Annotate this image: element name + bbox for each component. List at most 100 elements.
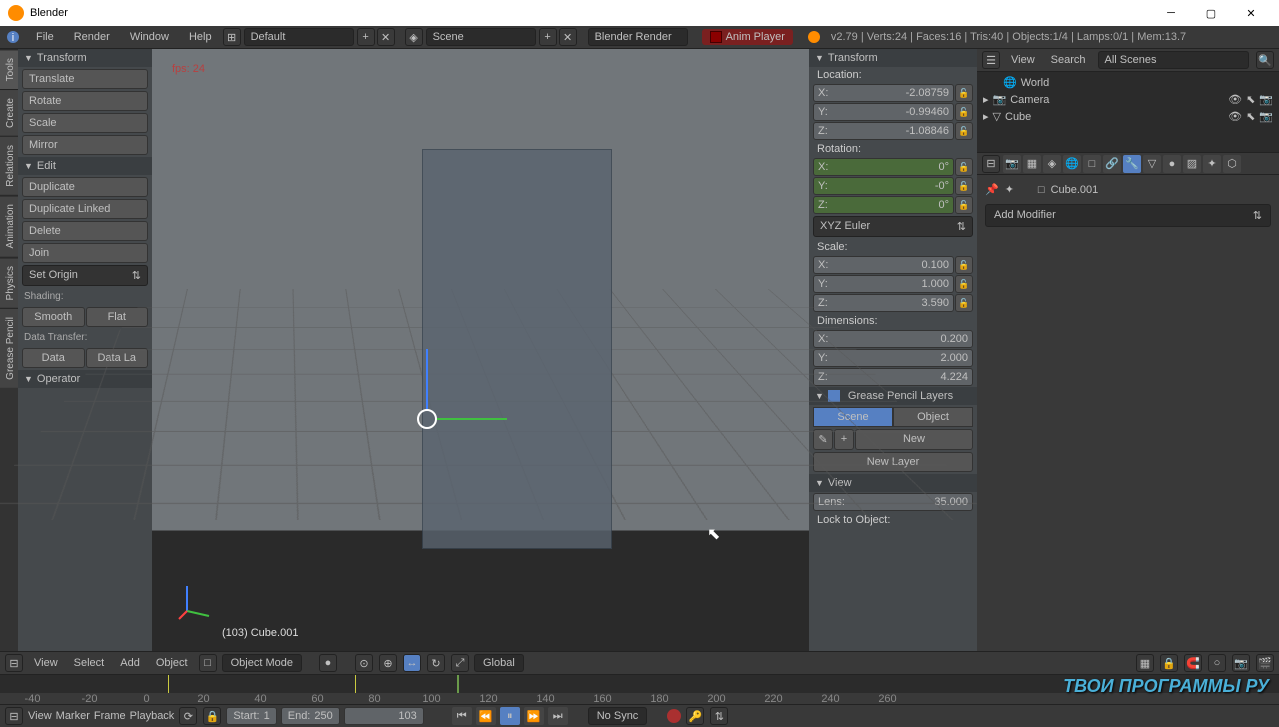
rot-y-field[interactable]: Y:-0° xyxy=(813,177,954,195)
pin-icon[interactable]: 📌 xyxy=(985,183,999,196)
particles-tab[interactable]: ✦ xyxy=(1203,155,1221,173)
add-layout-button[interactable]: + xyxy=(357,28,375,46)
maximize-button[interactable]: ▢ xyxy=(1191,0,1231,26)
tl-marker-menu[interactable]: Marker xyxy=(56,710,90,722)
loc-y-lock[interactable]: 🔓 xyxy=(955,103,973,121)
rotate-button[interactable]: Rotate xyxy=(22,91,148,111)
outliner-camera-row[interactable]: ▸📷Camera 👁⬉📷 xyxy=(979,91,1277,108)
rot-y-lock[interactable]: 🔓 xyxy=(955,177,973,195)
scale-y-field[interactable]: Y:1.000 xyxy=(813,275,954,293)
outliner-search-menu[interactable]: Search xyxy=(1045,54,1092,66)
jump-start-button[interactable]: ⏮ xyxy=(452,707,472,725)
delete-scene-button[interactable]: ✕ xyxy=(559,28,577,46)
scene-icon[interactable]: ◈ xyxy=(405,28,423,46)
menu-help[interactable]: Help xyxy=(179,26,222,49)
add-scene-button[interactable]: + xyxy=(539,28,557,46)
vp-add-menu[interactable]: Add xyxy=(114,657,146,669)
outliner-editor-icon[interactable]: ☰ xyxy=(982,51,1000,69)
orientation-dropdown[interactable]: Global xyxy=(474,654,524,672)
shading-smooth-button[interactable]: Smooth xyxy=(22,307,85,327)
keyframe-next-button[interactable]: ⏩ xyxy=(524,707,544,725)
timeline-editor-icon[interactable]: ⊟ xyxy=(5,707,23,725)
render-tab[interactable]: 📷 xyxy=(1003,155,1021,173)
delete-button[interactable]: Delete xyxy=(22,221,148,241)
current-frame-field[interactable]: 103 xyxy=(344,707,424,725)
render-engine-dropdown[interactable]: Blender Render xyxy=(588,28,688,46)
loc-x-field[interactable]: X:-2.08759 xyxy=(813,84,954,102)
start-frame-field[interactable]: Start:1 xyxy=(226,707,276,725)
rotate-widget[interactable]: ↻ xyxy=(427,654,445,672)
opengl-anim-icon[interactable]: 🎬 xyxy=(1256,654,1274,672)
outliner-search-icon[interactable]: 🔍 xyxy=(1256,51,1274,69)
rot-z-field[interactable]: Z:0° xyxy=(813,196,954,214)
loc-y-field[interactable]: Y:-0.99460 xyxy=(813,103,954,121)
shading-mode-icon[interactable]: ● xyxy=(319,654,337,672)
rot-x-lock[interactable]: 🔓 xyxy=(955,158,973,176)
pause-button[interactable]: ⏸ xyxy=(500,707,520,725)
data-tab[interactable]: ▽ xyxy=(1143,155,1161,173)
loc-z-field[interactable]: Z:-1.08846 xyxy=(813,122,954,140)
constraints-tab[interactable]: 🔗 xyxy=(1103,155,1121,173)
props-editor-icon[interactable]: ⊟ xyxy=(982,155,1000,173)
material-tab[interactable]: ● xyxy=(1163,155,1181,173)
duplicate-linked-button[interactable]: Duplicate Linked xyxy=(22,199,148,219)
anim-player-indicator[interactable]: Anim Player xyxy=(702,29,793,45)
outliner-view-menu[interactable]: View xyxy=(1005,54,1041,66)
info-editor-icon[interactable]: i xyxy=(0,26,26,49)
manipulator-toggle[interactable]: ⊕ xyxy=(379,654,397,672)
data-button[interactable]: Data xyxy=(22,348,85,368)
vp-view-menu[interactable]: View xyxy=(28,657,64,669)
scene-dropdown[interactable]: Scene xyxy=(426,28,536,46)
pivot-icon[interactable]: ⊙ xyxy=(355,654,373,672)
duplicate-button[interactable]: Duplicate xyxy=(22,177,148,197)
delete-layout-button[interactable]: ✕ xyxy=(377,28,395,46)
close-button[interactable]: ✕ xyxy=(1231,0,1271,26)
edit-header[interactable]: ▼Edit xyxy=(18,157,152,175)
lock-range-icon[interactable]: 🔒 xyxy=(203,707,221,725)
visible-icon[interactable]: 👁 xyxy=(1228,110,1242,123)
tl-view-menu[interactable]: View xyxy=(28,710,52,722)
minimize-button[interactable]: ─ xyxy=(1151,0,1191,26)
auto-keyframe-button[interactable] xyxy=(667,709,681,723)
world-tab[interactable]: 🌐 xyxy=(1063,155,1081,173)
keyframe-prev-button[interactable]: ⏪ xyxy=(476,707,496,725)
modifiers-tab[interactable]: 🔧 xyxy=(1123,155,1141,173)
range-icon[interactable]: ⟳ xyxy=(179,707,197,725)
spine-tab-relations[interactable]: Relations xyxy=(0,136,18,195)
manipulator-gizmo[interactable] xyxy=(417,409,437,429)
cursor-icon[interactable]: ⬉ xyxy=(1246,93,1255,106)
render-layers-tab[interactable]: ▦ xyxy=(1023,155,1041,173)
mirror-button[interactable]: Mirror xyxy=(22,135,148,155)
loc-z-lock[interactable]: 🔓 xyxy=(955,122,973,140)
menu-file[interactable]: File xyxy=(26,26,64,49)
transform-header[interactable]: ▼Transform xyxy=(18,49,152,67)
spine-tab-physics[interactable]: Physics xyxy=(0,257,18,308)
spine-tab-animation[interactable]: Animation xyxy=(0,195,18,256)
render-icon[interactable]: 📷 xyxy=(1259,93,1273,106)
mode-icon[interactable]: □ xyxy=(199,654,217,672)
visible-icon[interactable]: 👁 xyxy=(1228,93,1242,106)
scale-z-lock[interactable]: 🔓 xyxy=(955,294,973,312)
rot-x-field[interactable]: X:0° xyxy=(813,158,954,176)
set-origin-dropdown[interactable]: Set Origin⇅ xyxy=(22,265,148,286)
snap-icon[interactable]: 🧲 xyxy=(1184,654,1202,672)
tl-frame-menu[interactable]: Frame xyxy=(94,710,126,722)
scale-button[interactable]: Scale xyxy=(22,113,148,133)
vp-object-menu[interactable]: Object xyxy=(150,657,194,669)
rot-z-lock[interactable]: 🔓 xyxy=(955,196,973,214)
loc-x-lock[interactable]: 🔓 xyxy=(955,84,973,102)
scale-z-field[interactable]: Z:3.590 xyxy=(813,294,954,312)
screen-layout-icon[interactable]: ⊞ xyxy=(223,28,241,46)
keying-dropdown[interactable]: ⇅ xyxy=(710,707,728,725)
layout-dropdown[interactable]: Default xyxy=(244,28,354,46)
spine-tab-create[interactable]: Create xyxy=(0,89,18,136)
scale-y-lock[interactable]: 🔓 xyxy=(955,275,973,293)
lock-camera-icon[interactable]: 🔒 xyxy=(1160,654,1178,672)
render-icon[interactable]: 📷 xyxy=(1259,110,1273,123)
outliner-cube-row[interactable]: ▸▽Cube 👁⬉📷 xyxy=(979,108,1277,125)
outliner-display-mode[interactable]: All Scenes xyxy=(1098,51,1249,69)
tl-playback-menu[interactable]: Playback xyxy=(130,710,175,722)
object-tab[interactable]: □ xyxy=(1083,155,1101,173)
physics-tab[interactable]: ⬡ xyxy=(1223,155,1241,173)
spine-tab-grease-pencil[interactable]: Grease Pencil xyxy=(0,308,18,388)
